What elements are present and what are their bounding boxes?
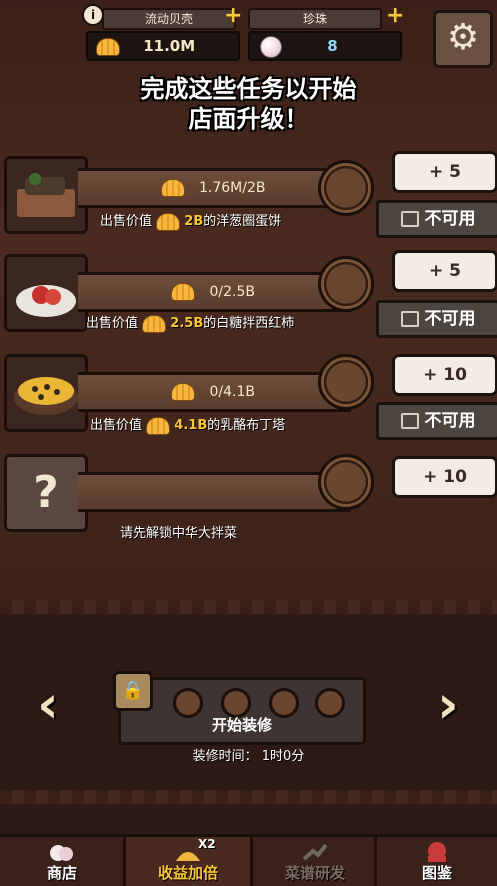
document-icon [400, 211, 419, 227]
task-progress: 0/4.1B [209, 384, 255, 400]
reward-badge: + 10 [392, 456, 497, 498]
add-shells-icon[interactable]: + [224, 5, 242, 27]
bottom-nav: 商店 X2 收益加倍 菜谱研发 图鉴 [0, 834, 497, 886]
shell-icon [142, 314, 167, 333]
renovation-time: 装修时间： 1时0分 [192, 749, 305, 764]
task-coin-slot [318, 354, 374, 410]
task-description: 出售价值 4.1B的乳酪布丁塔 [90, 416, 286, 435]
task-unlock-hint: 请先解锁中华大拌菜 [120, 526, 238, 541]
task-progress-bar [78, 472, 351, 512]
pearls-label: 珍珠 [248, 8, 382, 30]
nav-shop[interactable]: 商店 [0, 837, 124, 886]
nav-catalog[interactable]: 图鉴 [377, 837, 497, 886]
lock-icon: 🔒 [113, 671, 153, 711]
task-progress: 1.76M/2B [198, 180, 266, 196]
shell-icon [160, 179, 185, 197]
onion-ring-omelette-icon [4, 156, 88, 234]
next-arrow-icon[interactable]: › [428, 679, 468, 731]
shell-icon [96, 37, 120, 56]
task-progress-bar: 0/2.5B [78, 272, 351, 312]
task-progress-bar: 0/4.1B [78, 372, 351, 412]
document-icon [400, 413, 419, 429]
unavailable-button[interactable]: 不可用 [376, 200, 497, 238]
task-coin-slot [318, 160, 374, 216]
pearl-icon [260, 35, 282, 58]
document-icon [400, 311, 419, 327]
pearls-value: 8 [327, 37, 338, 55]
page-title: 完成这些任务以开始 店面升级！ [0, 74, 497, 134]
task-progress-bar: 1.76M/2B [78, 168, 351, 208]
task-coin-slot [318, 256, 374, 312]
shell-icon [171, 283, 196, 301]
sugar-tomato-icon [4, 254, 88, 332]
add-pearls-icon[interactable]: + [386, 5, 404, 27]
shells-counter: 11.0M [86, 31, 240, 61]
pearls-counter: 8 [248, 31, 402, 61]
shell-icon [146, 416, 171, 435]
task-progress: 0/2.5B [209, 284, 255, 300]
nav-recipe-research[interactable]: 菜谱研发 [253, 837, 377, 886]
cheese-pudding-tart-icon [4, 354, 88, 432]
renovation-label: 开始装修 [211, 716, 272, 734]
task-row-locked: ? 请先解锁中华大拌菜 + 10 [0, 452, 497, 552]
double-badge: X2 [198, 837, 216, 851]
decor-band [0, 790, 497, 804]
shell-icon [156, 212, 181, 231]
unavailable-button[interactable]: 不可用 [376, 300, 497, 338]
shell-icon [171, 383, 196, 401]
title-line-2: 店面升级！ [188, 105, 309, 133]
task-row: 1.76M/2B 出售价值 2B的洋葱圈蛋饼 + 5 不可用 [0, 150, 497, 250]
octopus-icon [428, 842, 446, 862]
shells-value: 11.0M [143, 37, 196, 55]
title-line-1: 完成这些任务以开始 [140, 75, 357, 103]
task-coin-slot [318, 454, 374, 510]
task-description: 出售价值 2B的洋葱圈蛋饼 [100, 212, 282, 231]
decor-band [0, 600, 497, 614]
task-description: 出售价值 2.5B的白糖拌西红柿 [86, 314, 295, 333]
shells-label: 流动贝壳 [102, 8, 236, 30]
task-row: 0/2.5B 出售价值 2.5B的白糖拌西红柿 + 5 不可用 [0, 250, 497, 350]
reward-badge: + 10 [392, 354, 497, 396]
reward-badge: + 5 [392, 151, 497, 193]
reward-badge: + 5 [392, 250, 497, 292]
question-mark-icon: ? [4, 454, 88, 532]
trend-arrow-icon [302, 843, 328, 861]
previous-arrow-icon[interactable]: ‹ [28, 679, 68, 731]
unavailable-button[interactable]: 不可用 [376, 402, 497, 440]
task-row: 0/4.1B 出售价值 4.1B的乳酪布丁塔 + 10 不可用 [0, 352, 497, 452]
pearl-shop-icon [50, 845, 73, 861]
start-renovation-button[interactable]: 开始装修 [118, 677, 366, 745]
nav-double-income[interactable]: X2 收益加倍 [126, 837, 250, 886]
info-icon[interactable]: i [82, 4, 104, 26]
settings-gear-icon[interactable]: ⚙ [433, 10, 493, 68]
